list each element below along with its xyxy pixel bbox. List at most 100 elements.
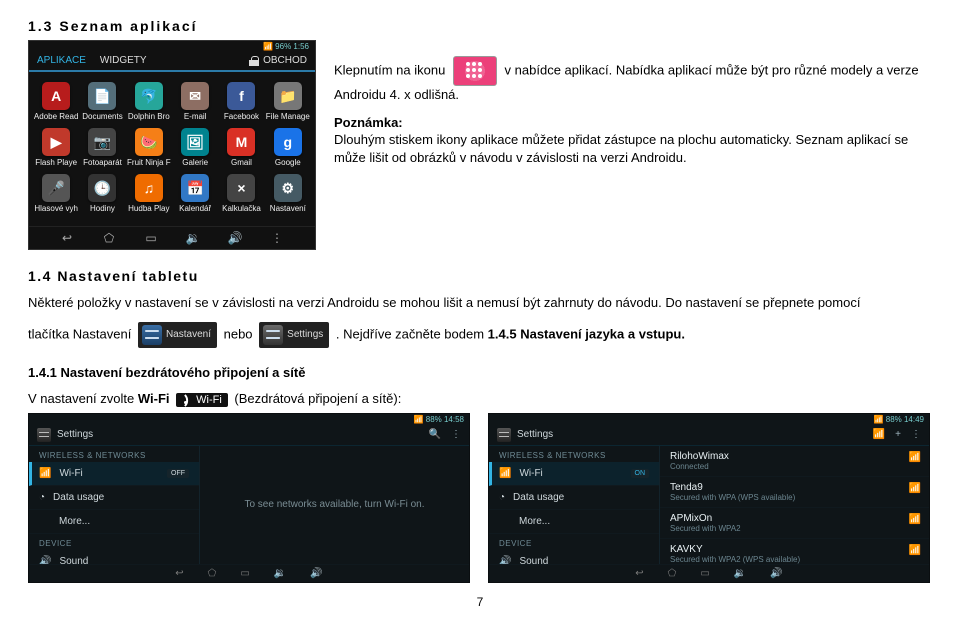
app-cell[interactable]: ⚙Nastavení [265,174,311,214]
app-label: Adobe Read [34,112,78,122]
app-label: Fotoaparát [83,158,122,168]
nav-back-icon[interactable]: ↩ [635,568,643,579]
app-cell[interactable]: gGoogle [265,128,311,168]
app-cell[interactable]: 📷 Fotoaparát [79,128,125,168]
settings-icon [37,428,51,442]
app-cell[interactable]: 📁File Manage [265,82,311,122]
network-name: APMixOn [670,513,919,524]
app-label: Flash Playe [35,158,77,168]
app-cell[interactable]: fFacebook [218,82,264,122]
app-cell[interactable]: AAdobe Read [33,82,79,122]
sidebar-item-more[interactable]: More... [29,510,199,534]
network-subtext: Secured with WPA (WPS available) [670,493,919,502]
data-icon: ◔ [39,492,45,503]
networks-list: RilohoWimaxConnected📶Tenda9Secured with … [660,446,929,564]
sidebar-item-wifi[interactable]: 📶 Wi-Fi ON [489,462,659,486]
nav-vol-down-icon[interactable]: 🔉 [734,568,746,579]
text-v-nastaveni: V nastavení zvolte [28,391,138,406]
network-item[interactable]: KAVKYSecured with WPA2 (WPS available)📶 [660,539,929,564]
apps-button-icon [453,56,497,86]
row-apps-and-text: 📶 96% 1:56 APLIKACE WIDGETY OBCHOD AAdob… [28,40,932,250]
nav-recent-icon[interactable]: ▭ [240,568,249,579]
nav-home-icon[interactable]: ⬠ [208,568,217,579]
add-network-icon[interactable]: + [895,429,901,440]
nastaveni-chip: Nastavení [138,322,217,348]
app-label: Fruit Ninja F [127,158,171,168]
menu-icon[interactable]: ⋮ [451,429,461,440]
nav-back-icon[interactable]: ↩ [59,231,75,245]
app-cell[interactable]: ▶Flash Playe [33,128,79,168]
signal-icon: 📶 [909,452,921,463]
app-cell[interactable]: 🖼Galerie [172,128,218,168]
app-cell[interactable]: 🍉Fruit Ninja F [126,128,172,168]
app-cell[interactable]: 📅Kalendář [172,174,218,214]
app-cell[interactable]: 🕒Hodiny [79,174,125,214]
app-cell[interactable]: 🎤Hlasové vyh [33,174,79,214]
network-item[interactable]: APMixOnSecured with WPA2📶 [660,508,929,539]
more-label: More... [519,516,550,527]
sliders-icon-gray [263,325,283,345]
wifi-toggle-on[interactable]: ON [631,469,650,478]
menu-icon[interactable]: ⋮ [911,429,921,440]
ss-off-status: 📶 88% 14:58 [29,414,469,425]
settings-on-screenshot: 📶 88% 14:49 Settings 📶 + ⋮ WIRELESS & NE… [488,413,930,583]
app-label: Hodiny [90,204,115,214]
network-item[interactable]: RilohoWimaxConnected📶 [660,446,929,477]
app-label: Gmail [231,158,252,168]
signal-icon: 📶 [909,545,921,556]
nav-home-icon[interactable]: ⬠ [101,231,117,245]
app-label: Nastavení [270,204,306,214]
nav-recent-icon[interactable]: ▭ [143,231,159,245]
app-cell[interactable]: ✉E-mail [172,82,218,122]
shop-link[interactable]: OBCHOD [249,55,307,66]
sidebar-item-more[interactable]: More... [489,510,659,534]
more-label: More... [59,516,90,527]
nav-vol-up-icon[interactable]: 🔊 [310,568,322,579]
ss-off-right-panel: To see networks available, turn Wi-Fi on… [200,446,469,564]
nav-extra-icon[interactable]: ⋮ [269,231,285,245]
nav-recent-icon[interactable]: ▭ [700,568,709,579]
app-icon: f [227,82,255,110]
sidebar-item-sound[interactable]: 🔊 Sound [489,550,659,564]
app-icon: 📷 [88,128,116,156]
nav-vol-down-icon[interactable]: 🔉 [274,568,286,579]
tab-widgety[interactable]: WIDGETY [100,55,147,66]
para-1-4b: tlačítka Nastavení Nastavení nebo Settin… [28,322,932,348]
app-cell[interactable]: ♫Hudba Play [126,174,172,214]
network-subtext: Secured with WPA2 (WPS available) [670,555,919,564]
wifi-toggle-off[interactable]: OFF [167,469,189,478]
text-after-chips: . Nejdříve začněte bodem [336,326,488,341]
network-name: Tenda9 [670,482,919,493]
wifi-off-message: To see networks available, turn Wi-Fi on… [244,499,424,510]
network-item[interactable]: Tenda9Secured with WPA (WPS available)📶 [660,477,929,508]
app-label: Kalkulačka [222,204,261,214]
app-label: Kalendář [179,204,211,214]
nav-vol-up-icon[interactable]: 🔊 [770,568,782,579]
sidebar-item-data-usage[interactable]: ◔ Data usage [489,486,659,510]
ss-on-left-panel: WIRELESS & NETWORKS 📶 Wi-Fi ON ◔ Data us… [489,446,660,564]
heading-1-3: 1.3 Seznam aplikací [28,18,932,34]
scan-icon[interactable]: 📶 [873,429,885,440]
sidebar-item-data-usage[interactable]: ◔ Data usage [29,486,199,510]
nav-vol-down-icon[interactable]: 🔉 [185,231,201,245]
app-label: File Manage [266,112,310,122]
app-icon: 🎤 [42,174,70,202]
wifi-item-label: Wi-Fi [519,468,542,479]
app-cell[interactable]: 🐬Dolphin Bro [126,82,172,122]
nav-home-icon[interactable]: ⬠ [668,568,677,579]
android-apps-screenshot: 📶 96% 1:56 APLIKACE WIDGETY OBCHOD AAdob… [28,40,316,250]
shop-icon [249,56,259,66]
sidebar-item-wifi[interactable]: 📶 Wi-Fi OFF [29,462,199,486]
nav-vol-up-icon[interactable]: 🔊 [227,231,243,245]
cat-wireless: WIRELESS & NETWORKS [489,446,659,462]
app-icon: ♫ [135,174,163,202]
tab-aplikace[interactable]: APLIKACE [37,55,86,66]
app-cell[interactable]: MGmail [218,128,264,168]
app-cell[interactable]: ×Kalkulačka [218,174,264,214]
page-number: 7 [28,595,932,609]
app-cell[interactable]: 📄Documents [79,82,125,122]
nav-back-icon[interactable]: ↩ [175,568,183,579]
sidebar-item-sound[interactable]: 🔊 Sound [29,550,199,564]
wifi-icon [180,394,192,406]
search-icon[interactable]: 🔍 [429,429,441,440]
